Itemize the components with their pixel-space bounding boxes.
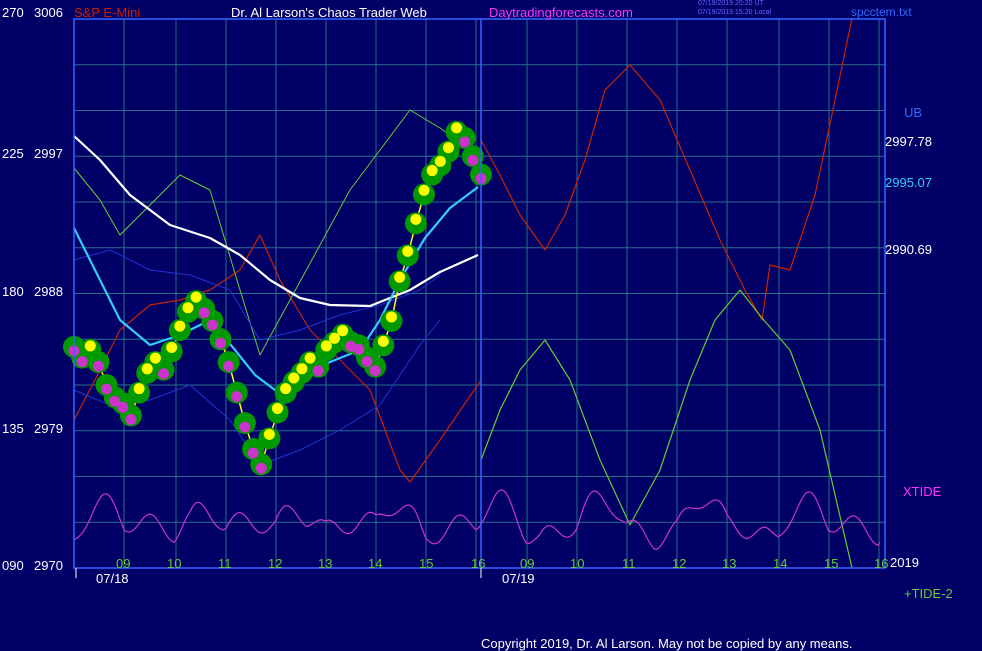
price-dot	[215, 337, 227, 349]
x-tick-d1-13: 13	[318, 556, 333, 571]
price-dot	[353, 343, 365, 355]
price-dot	[198, 307, 210, 319]
price-dot	[361, 356, 373, 368]
y-angle-135: 135	[2, 421, 24, 436]
x-tick-d2-09: 09	[520, 556, 535, 571]
price-dot	[239, 421, 251, 433]
price-dot	[320, 340, 332, 352]
chart-background	[0, 0, 982, 650]
price-dot	[442, 142, 454, 154]
y-top-angle: 270	[2, 5, 24, 20]
price-dot	[296, 363, 308, 375]
price-dot	[312, 365, 324, 377]
price-dot	[255, 462, 267, 474]
price-dot	[206, 319, 218, 331]
level-2995-07: 2995.07	[885, 175, 932, 190]
x-tick-d1-15: 15	[419, 556, 434, 571]
price-dot	[117, 401, 129, 413]
y-angle-180: 180	[2, 284, 24, 299]
price-dot	[158, 368, 170, 380]
price-dot	[385, 311, 397, 323]
filename-label: spcctem.txt	[851, 5, 912, 19]
x-tick-d2-14: 14	[773, 556, 788, 571]
y-price-2997: 2997	[34, 146, 63, 161]
price-dot	[174, 320, 186, 332]
price-dot	[451, 122, 463, 134]
price-dot	[76, 356, 88, 368]
price-dot	[149, 352, 161, 364]
price-dot	[231, 391, 243, 403]
price-dot	[133, 383, 145, 395]
x-tick-d1-16: 16	[471, 556, 486, 571]
price-dot	[304, 352, 316, 364]
x-tick-d1-12: 12	[268, 556, 283, 571]
y-price-2979: 2979	[34, 421, 63, 436]
xtide-label: XTIDE	[903, 484, 942, 499]
level-2997-78: 2997.78	[885, 134, 932, 149]
price-dot	[377, 335, 389, 347]
date-label-0718: 07/18	[96, 571, 129, 586]
copyright: Copyright 2019, Dr. Al Larson. May not b…	[481, 636, 853, 651]
tide2-label: +TIDE-2	[904, 586, 953, 601]
timestamp-ut: 07/19/2019 20:20 UT	[698, 0, 764, 7]
level-2990-69: 2990.69	[885, 242, 932, 257]
instrument-label: S&P E-Mini	[74, 5, 141, 20]
y-price-2970: 2970	[34, 558, 63, 573]
price-dot	[166, 341, 178, 353]
price-dot	[141, 363, 153, 375]
date-label-0719: 07/19	[502, 571, 535, 586]
y-price-2988: 2988	[34, 284, 63, 299]
price-dot	[434, 155, 446, 167]
x-tick-d1-09: 09	[116, 556, 131, 571]
price-dot	[272, 402, 283, 414]
price-dot	[328, 332, 340, 344]
y-angle-225: 225	[2, 146, 24, 161]
x-tick-d1-11: 11	[218, 556, 232, 571]
chart-canvas	[0, 0, 982, 650]
price-dot	[410, 213, 422, 225]
price-dot	[280, 383, 292, 395]
x-tick-d2-12: 12	[672, 556, 687, 571]
ub-label: UB	[904, 105, 923, 120]
site-link[interactable]: Daytradingforecasts.com	[489, 5, 633, 20]
price-dot	[182, 302, 194, 314]
x-tick-d2-10: 10	[570, 556, 585, 571]
price-dot	[84, 340, 96, 352]
price-dot	[337, 325, 349, 337]
year-label: 2019	[890, 555, 919, 570]
price-dot	[288, 372, 300, 384]
price-dot	[369, 365, 381, 377]
price-dot	[402, 245, 414, 257]
price-dot	[247, 447, 259, 459]
x-tick-d2-16: 16	[874, 556, 889, 571]
chart-title: Dr. Al Larson's Chaos Trader Web	[231, 5, 427, 20]
x-tick-d2-11: 11	[622, 556, 636, 571]
price-dot	[101, 383, 113, 395]
price-dot	[223, 360, 235, 372]
price-dot	[426, 165, 438, 177]
price-dot	[394, 271, 406, 283]
x-tick-d2-13: 13	[722, 556, 737, 571]
y-top-price: 3006	[34, 5, 63, 20]
price-dot	[125, 414, 137, 425]
y-angle-090: 090	[2, 558, 24, 573]
x-tick-d1-10: 10	[167, 556, 182, 571]
price-dot	[263, 428, 275, 440]
price-dot	[190, 291, 202, 303]
price-dot	[459, 136, 471, 148]
timestamp-local: 07/19/2019 15:20 Local	[698, 9, 772, 16]
x-tick-d2-15: 15	[824, 556, 839, 571]
price-dot	[418, 184, 430, 196]
price-dot	[467, 154, 479, 166]
x-tick-d1-14: 14	[368, 556, 383, 571]
price-dot	[92, 360, 104, 372]
